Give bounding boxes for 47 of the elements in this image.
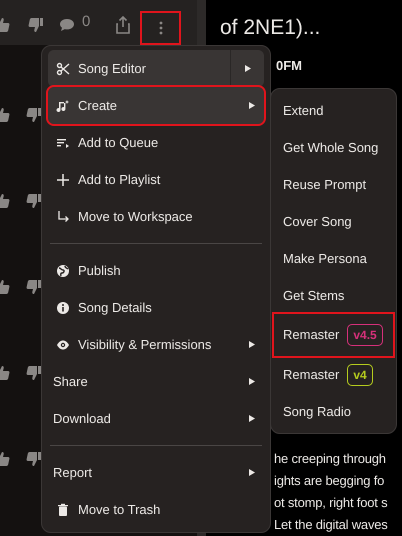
thumbs-down-icon[interactable] <box>26 451 42 467</box>
arrow-icon <box>56 210 70 224</box>
version-tag: v4 <box>347 364 373 386</box>
menu-item[interactable]: Add to Playlist <box>48 161 264 198</box>
scissors-icon <box>56 62 70 76</box>
submenu-item[interactable]: Get Whole Song <box>274 129 393 166</box>
menu-item[interactable]: Add to Queue <box>48 124 264 161</box>
song-title: of 2NE1)... <box>220 15 320 41</box>
thumbs-down-icon[interactable] <box>26 365 42 381</box>
lyrics-line: Let the digital waves <box>274 516 388 534</box>
submenu-item[interactable]: Extend <box>274 92 393 129</box>
info-icon <box>56 300 70 314</box>
trash-icon <box>56 502 70 516</box>
artist-name: 0FM <box>276 58 302 74</box>
menu-item[interactable]: Song Details <box>48 289 264 326</box>
menu-item[interactable]: Report <box>48 454 264 491</box>
submenu-item[interactable]: Make Persona <box>274 240 393 277</box>
eye-icon <box>56 338 70 352</box>
thumbs-down-icon[interactable] <box>26 107 42 123</box>
caret-icon <box>244 64 252 73</box>
submenu-item[interactable]: Remaster v4.5 <box>274 314 393 356</box>
lyrics-line: ights are begging fo <box>274 472 384 490</box>
menu-item[interactable]: Move to Workspace <box>48 198 264 235</box>
submenu-item[interactable]: Remaster v4 <box>274 356 393 393</box>
lyrics-line: ot stomp, right foot s <box>274 494 388 512</box>
version-tag: v4.5 <box>347 324 383 346</box>
submenu-item[interactable]: Reuse Prompt <box>274 166 393 203</box>
comment-icon[interactable] <box>59 16 75 33</box>
menu-item[interactable]: Download <box>48 400 264 437</box>
submenu-item[interactable]: Song Radio <box>274 393 393 430</box>
submenu-item[interactable]: Cover Song <box>274 203 393 240</box>
lyrics-line: he creeping through <box>274 450 386 468</box>
menu-item[interactable]: Create <box>48 87 264 124</box>
more-icon <box>158 21 162 35</box>
globe-icon <box>56 264 70 278</box>
plus-icon <box>56 172 70 186</box>
menu-item[interactable]: Share <box>48 363 264 400</box>
comment-count: 0 <box>82 13 90 30</box>
thumbs-down-icon[interactable] <box>28 16 44 33</box>
submenu-item[interactable]: Get Stems <box>274 277 393 314</box>
menu-item[interactable]: Visibility & Permissions <box>48 326 264 363</box>
music-note-sparkle-icon <box>56 98 70 112</box>
menu-item[interactable]: Move to Trash <box>48 491 264 528</box>
share-icon[interactable] <box>115 16 131 34</box>
menu-item[interactable]: Publish <box>48 252 264 289</box>
thumbs-down-icon[interactable] <box>26 279 42 295</box>
thumbs-down-icon[interactable] <box>26 193 42 209</box>
